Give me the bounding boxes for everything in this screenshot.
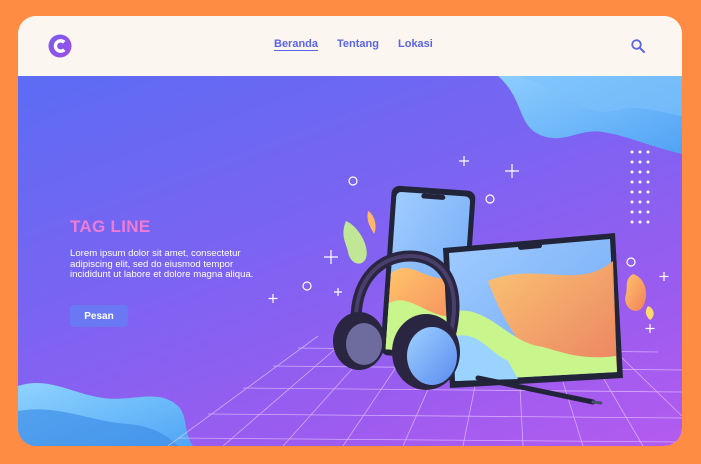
hero-tagline: TAG LINE bbox=[70, 217, 151, 236]
hero-section: TAG LINE Lorem ipsum dolor sit amet, con… bbox=[18, 76, 682, 446]
page-card: Beranda Tentang Lokasi TAG LINE Lorem ip… bbox=[18, 16, 682, 446]
navbar: Beranda Tentang Lokasi bbox=[18, 16, 682, 76]
nav-link-beranda[interactable]: Beranda bbox=[274, 38, 318, 50]
c-logo-icon[interactable] bbox=[48, 34, 72, 58]
search-icon[interactable] bbox=[630, 38, 646, 54]
nav-links: Beranda Tentang Lokasi bbox=[274, 38, 433, 50]
hero-description: Lorem ipsum dolor sit amet, consectetur … bbox=[70, 248, 254, 281]
outer-frame: Beranda Tentang Lokasi TAG LINE Lorem ip… bbox=[0, 0, 701, 464]
pesan-button[interactable]: Pesan bbox=[70, 305, 128, 327]
nav-link-lokasi[interactable]: Lokasi bbox=[398, 38, 433, 50]
nav-link-tentang[interactable]: Tentang bbox=[337, 38, 379, 50]
